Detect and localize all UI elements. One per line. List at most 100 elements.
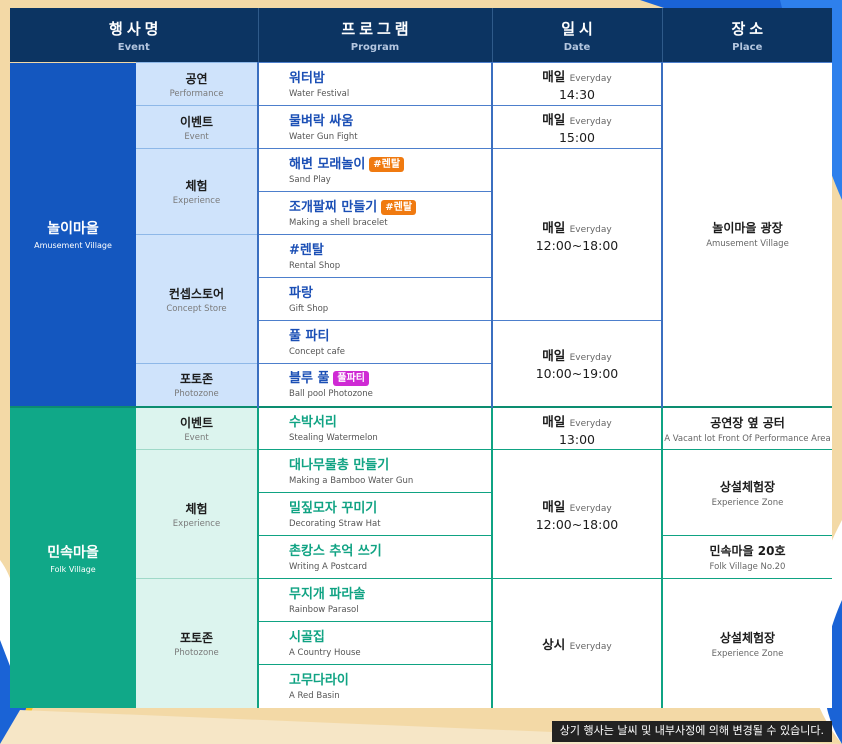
date-day: 매일 xyxy=(542,69,566,85)
village-name-en: Amusement Village xyxy=(34,241,112,251)
place-cell: 공연장 옆 공터 A Vacant lot Front Of Performan… xyxy=(661,405,832,450)
program-cell: 파랑 Gift Shop xyxy=(257,277,492,321)
program-title: 파랑 xyxy=(289,285,313,301)
program-subtitle: Gift Shop xyxy=(289,303,329,314)
program-subtitle: Sand Play xyxy=(289,174,331,185)
category-photozone: 포토존 Photozone xyxy=(136,578,258,708)
table-header-row: 행사명 Event 프로그램 Program 일시 Date 장소 Place xyxy=(10,8,832,63)
date-everyday: Everyday xyxy=(569,117,612,128)
category-sublabel: Photozone xyxy=(174,389,219,400)
category-label: 이벤트 xyxy=(179,416,214,431)
program-cell: 밀짚모자 꾸미기 Decorating Straw Hat xyxy=(257,492,492,536)
place-cell: 놀이마을 광장 Amusement Village xyxy=(661,61,832,407)
program-cell: 시골집 A Country House xyxy=(257,621,492,665)
program-cell: 대나무물총 만들기 Making a Bamboo Water Gun xyxy=(257,449,492,493)
place-name: 상설체험장 xyxy=(719,630,776,645)
date-cell: 상시 Everyday xyxy=(491,578,662,708)
category-sublabel: Event xyxy=(184,433,209,444)
category-performance: 공연 Performance xyxy=(136,61,258,106)
category-label: 포토존 xyxy=(179,631,214,646)
date-cell: 매일 Everyday 12:00~18:00 xyxy=(491,449,662,579)
date-day: 매일 xyxy=(542,219,566,235)
program-subtitle: Making a shell bracelet xyxy=(289,217,388,228)
header-date: 일시 Date xyxy=(491,8,662,63)
category-label: 이벤트 xyxy=(179,114,214,129)
program-title: 워터밤 xyxy=(289,70,325,86)
header-place-ko: 장소 xyxy=(731,19,768,38)
category-label: 컨셉스토어 xyxy=(168,286,225,301)
date-cell: 매일 Everyday 10:00~19:00 xyxy=(491,320,662,407)
category-experience: 체험 Experience xyxy=(136,148,258,235)
program-cell: 수박서리 Stealing Watermelon xyxy=(257,405,492,450)
date-cell: 매일 Everyday 14:30 xyxy=(491,61,662,106)
program-title: 무지개 파라솔 xyxy=(289,586,366,602)
category-sublabel: Experience xyxy=(172,518,221,529)
program-title: 블루 풀 xyxy=(289,371,330,387)
program-title: 물벼락 싸움 xyxy=(289,113,354,129)
category-event: 이벤트 Event xyxy=(136,405,258,450)
category-label: 체험 xyxy=(185,501,208,516)
date-day: 매일 xyxy=(542,348,566,364)
program-cell: 조개팔찌 만들기 #렌탈 Making a shell bracelet xyxy=(257,191,492,235)
program-title: 수박서리 xyxy=(289,415,337,431)
category-experience: 체험 Experience xyxy=(136,449,258,579)
header-event-ko: 행사명 xyxy=(109,19,163,38)
category-photozone: 포토존 Photozone xyxy=(136,363,258,407)
change-notice: 상기 행사는 날씨 및 내부사정에 의해 변경될 수 있습니다. xyxy=(551,721,832,742)
program-subtitle: Water Festival xyxy=(289,88,350,99)
village-folk: 민속마을 Folk Village xyxy=(10,406,136,708)
date-time: 15:00 xyxy=(558,130,596,146)
date-cell: 매일 Everyday 13:00 xyxy=(491,405,662,450)
program-title: 대나무물총 만들기 xyxy=(289,457,390,473)
program-subtitle: Decorating Straw Hat xyxy=(289,518,381,529)
place-subname: Experience Zone xyxy=(711,497,784,508)
program-title: 풀 파티 xyxy=(289,328,330,344)
program-title: 촌캉스 추억 쓰기 xyxy=(289,543,382,559)
header-event-en: Event xyxy=(117,41,150,53)
village-name-ko: 민속마을 xyxy=(47,544,99,561)
place-cell: 민속마을 20호 Folk Village No.20 xyxy=(661,535,832,579)
place-subname: Folk Village No.20 xyxy=(709,562,786,573)
date-everyday: Everyday xyxy=(569,74,612,85)
pool-party-tag-badge: 풀파티 xyxy=(333,371,370,387)
date-day: 매일 xyxy=(542,413,566,429)
place-subname: Amusement Village xyxy=(706,239,789,250)
date-everyday: Everyday xyxy=(569,353,612,364)
category-sublabel: Performance xyxy=(169,88,224,99)
date-time: 13:00 xyxy=(558,431,596,447)
category-sublabel: Experience xyxy=(172,196,221,207)
date-everyday: Everyday xyxy=(569,504,612,515)
date-day: 매일 xyxy=(542,112,566,128)
rental-tag-badge: #렌탈 xyxy=(369,156,405,172)
header-program: 프로그램 Program xyxy=(257,8,492,63)
table-row: 놀이마을 Amusement Village 공연 Performance 워터… xyxy=(10,61,832,408)
category-concept-store: 컨셉스토어 Concept Store xyxy=(136,234,258,364)
place-name: 놀이마을 광장 xyxy=(712,221,783,236)
table-row: 민속마을 Folk Village 이벤트 Event 수박서리 Stealin… xyxy=(10,405,832,708)
rental-tag-badge: #렌탈 xyxy=(381,199,417,215)
program-title: 해변 모래놀이 xyxy=(289,156,366,172)
program-cell: 고무다라이 A Red Basin xyxy=(257,664,492,708)
program-cell: 물벼락 싸움 Water Gun Fight xyxy=(257,105,492,149)
date-everyday: Everyday xyxy=(569,642,612,653)
header-date-en: Date xyxy=(563,41,591,53)
date-time: 14:30 xyxy=(558,87,596,103)
program-subtitle: A Red Basin xyxy=(289,691,340,702)
program-subtitle: Making a Bamboo Water Gun xyxy=(289,475,414,486)
category-sublabel: Concept Store xyxy=(166,303,227,314)
program-subtitle: A Country House xyxy=(289,647,361,658)
program-cell: 해변 모래놀이 #렌탈 Sand Play xyxy=(257,148,492,192)
header-place-en: Place xyxy=(732,41,763,53)
date-everyday: Everyday xyxy=(569,224,612,235)
header-place: 장소 Place xyxy=(661,8,832,63)
village-name-ko: 놀이마을 xyxy=(47,221,99,238)
program-title: 조개팔찌 만들기 xyxy=(289,199,378,215)
category-label: 체험 xyxy=(185,179,208,194)
place-name: 민속마을 20호 xyxy=(709,544,786,559)
category-event: 이벤트 Event xyxy=(136,105,258,149)
place-name: 공연장 옆 공터 xyxy=(710,415,785,430)
place-cell: 상설체험장 Experience Zone xyxy=(661,578,832,708)
header-event: 행사명 Event xyxy=(10,8,258,63)
program-subtitle: Water Gun Fight xyxy=(289,131,358,142)
program-title: 시골집 xyxy=(289,629,325,645)
